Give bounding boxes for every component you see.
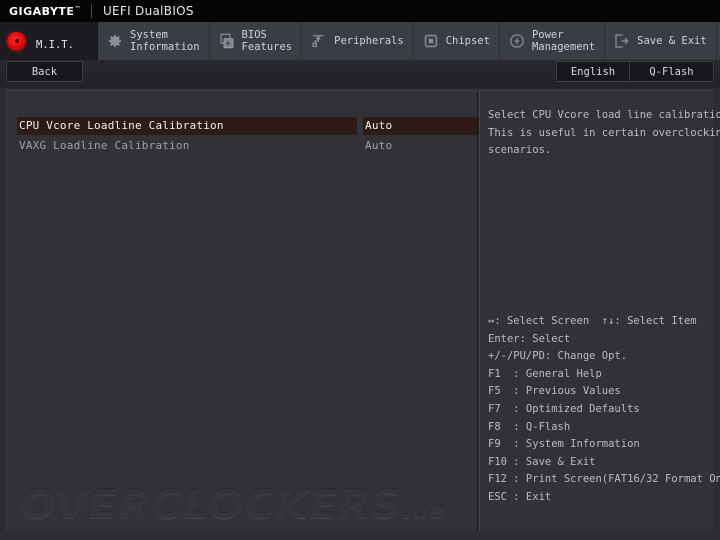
help-line: scenarios. (488, 144, 552, 156)
help-line: This is useful in certain overclocking (488, 126, 720, 139)
brand-divider (90, 4, 92, 18)
tab-power-management-label: Power Management (531, 29, 596, 53)
tab-chipset-label: Chipset (445, 35, 490, 47)
gigabyte-logo: GIGABYTE™ (0, 5, 81, 18)
mit-gauge-icon (7, 31, 26, 51)
legend-line: F12 : Print Screen(FAT16/32 Format Only) (488, 473, 720, 486)
legend-line: F7 : Optimized Defaults (488, 402, 640, 415)
brand-name: GIGABYTE (9, 4, 75, 18)
legend-line: F10 : Save & Exit (488, 455, 596, 468)
tab-peripherals-label: Peripherals (334, 35, 404, 47)
tab-system-information[interactable]: System Information (98, 22, 210, 60)
main-tab-bar: M.I.T. System Information BIOS Features (0, 22, 720, 60)
legend-line: F9 : System Information (488, 438, 640, 451)
help-line: Select CPU Vcore load line calibration. (488, 109, 720, 121)
trademark-symbol: ™ (74, 4, 81, 12)
panel-divider (477, 90, 478, 531)
brand-bar: GIGABYTE™ UEFI DualBIOS (0, 0, 720, 22)
setting-value[interactable]: Auto (365, 139, 392, 152)
main-content: CPU Vcore Loadline Calibration Auto VAXG… (0, 88, 720, 532)
tab-system-information-label: System Information (130, 29, 200, 53)
power-bolt-icon (510, 34, 524, 48)
back-button[interactable]: Back (6, 61, 83, 82)
sub-toolbar: Back English Q-Flash (0, 60, 720, 88)
tab-bios-features-label: BIOS Features (241, 29, 293, 53)
legend-line: F1 : General Help (488, 367, 602, 380)
setting-name: CPU Vcore Loadline Calibration (19, 119, 224, 132)
tab-peripherals[interactable]: Peripherals (302, 22, 414, 60)
bios-chip-icon (219, 33, 233, 49)
site-watermark: OVERCLOCKERS.ua (21, 483, 446, 528)
legend-line: ESC : Exit (488, 490, 552, 503)
settings-panel: CPU Vcore Loadline Calibration Auto VAXG… (6, 90, 479, 531)
tab-chipset[interactable]: Chipset (413, 22, 500, 60)
legend-line: +/-/PU/PD: Change Opt. (488, 350, 628, 363)
key-legend: ↔: Select Screen ↑↓: Select Item Enter: … (488, 313, 720, 507)
watermark-suffix: .ua (402, 499, 447, 524)
settings-row-vaxg-loadline-calibration[interactable]: VAXG Loadline Calibration Auto (13, 137, 477, 157)
tab-mit[interactable]: M.I.T. (0, 22, 98, 60)
tab-power-management[interactable]: Power Management (499, 22, 606, 60)
tab-bios-features[interactable]: BIOS Features (209, 22, 303, 60)
tab-save-and-exit-label: Save & Exit (637, 35, 707, 47)
tab-mit-label: M.I.T. (36, 39, 74, 51)
language-button[interactable]: English (556, 61, 629, 82)
legend-line: F5 : Previous Values (488, 385, 621, 398)
setting-name: VAXG Loadline Calibration (19, 139, 190, 152)
watermark-main: OVERCLOCKERS (21, 483, 403, 528)
exit-door-icon (615, 34, 629, 48)
settings-row-cpu-vcore-loadline-calibration[interactable]: CPU Vcore Loadline Calibration Auto (13, 117, 479, 137)
bios-screen: GIGABYTE™ UEFI DualBIOS M.I.T. System In… (0, 0, 720, 540)
legend-line: Enter: Select (488, 332, 571, 345)
help-panel: Select CPU Vcore load line calibration. … (479, 90, 720, 531)
usb-plug-icon (312, 35, 324, 47)
legend-line: F8 : Q-Flash (488, 420, 571, 433)
gear-icon (109, 35, 121, 47)
chipset-icon (423, 34, 438, 48)
bottom-strip (0, 532, 720, 540)
qflash-button[interactable]: Q-Flash (629, 61, 714, 82)
app-title: UEFI DualBIOS (102, 4, 194, 18)
help-description: Select CPU Vcore load line calibration. … (488, 107, 720, 160)
tab-save-and-exit[interactable]: Save & Exit (605, 22, 717, 60)
setting-value[interactable]: Auto (365, 119, 392, 132)
legend-line: ↔: Select Screen ↑↓: Select Item (488, 315, 697, 327)
settings-list: CPU Vcore Loadline Calibration Auto VAXG… (13, 117, 479, 157)
